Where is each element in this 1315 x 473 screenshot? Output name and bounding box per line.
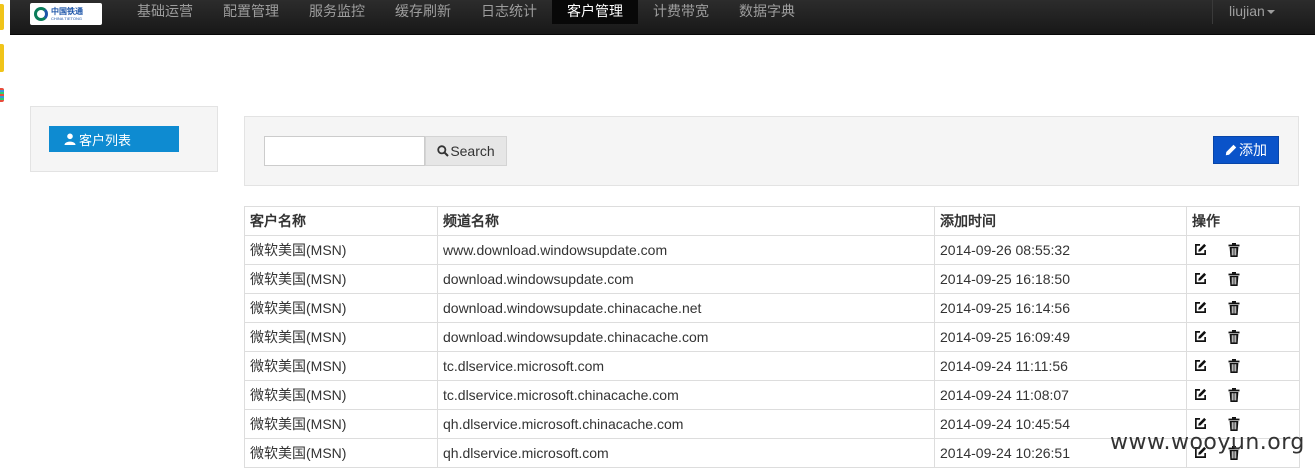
edit-icon[interactable] <box>1194 243 1208 257</box>
search-button[interactable]: Search <box>425 136 507 166</box>
edge-marker <box>0 88 4 102</box>
search-button-label: Search <box>450 143 495 159</box>
logo-name-en: CHINA TIETONG <box>51 15 82 21</box>
customer-name-cell: 微软美国(MSN) <box>244 322 438 352</box>
added-time-cell: 2014-09-26 08:55:32 <box>934 235 1187 265</box>
trash-icon[interactable] <box>1228 330 1242 344</box>
added-time-cell: 2014-09-25 16:09:49 <box>934 322 1187 352</box>
table-row: 微软美国(MSN) download.windowsupdate.com 2014-… <box>244 264 1300 294</box>
customer-list-label: 客户列表 <box>79 132 132 148</box>
edit-icon[interactable] <box>1194 330 1208 344</box>
trash-icon[interactable] <box>1228 243 1242 257</box>
trash-icon[interactable] <box>1228 301 1242 315</box>
edit-icon[interactable] <box>1194 388 1208 402</box>
search-icon <box>437 145 450 157</box>
column-header-customer: 客户名称 <box>244 206 438 236</box>
logo-name-cn: 中国铁通 <box>51 6 83 16</box>
customer-name-cell: 微软美国(MSN) <box>244 438 438 468</box>
customer-name-cell: 微软美国(MSN) <box>244 351 438 381</box>
nav-item-cache-refresh[interactable]: 缓存刷新 <box>380 0 466 24</box>
actions-cell <box>1186 235 1300 265</box>
channel-name-cell: www.download.windowsupdate.com <box>437 235 935 265</box>
edit-icon[interactable] <box>1194 417 1208 431</box>
channel-name-cell: qh.dlservice.microsoft.com <box>437 438 935 468</box>
table-row: 微软美国(MSN) download.windowsupdate.chinacac… <box>244 322 1300 352</box>
edit-icon[interactable] <box>1194 359 1208 373</box>
pencil-icon <box>1225 144 1237 156</box>
channel-name-cell: qh.dlservice.microsoft.chinacache.com <box>437 409 935 439</box>
row-actions <box>1192 301 1294 315</box>
logo-mark-icon <box>34 7 48 21</box>
trash-icon[interactable] <box>1228 272 1242 286</box>
top-navbar: 中国铁通 CHINA TIETONG 基础运营 配置管理 服务监控 缓存刷新 日… <box>10 0 1315 35</box>
edit-icon[interactable] <box>1194 272 1208 286</box>
channel-name-cell: download.windowsupdate.chinacache.net <box>437 293 935 323</box>
column-header-channel: 频道名称 <box>437 206 935 236</box>
table-row: 微软美国(MSN) download.windowsupdate.chinacac… <box>244 293 1300 323</box>
customer-list-button[interactable]: 客户列表 <box>49 126 179 152</box>
watermark: www.wooyun.org <box>1110 430 1305 455</box>
row-actions <box>1192 330 1294 344</box>
actions-cell <box>1186 351 1300 381</box>
nav-item-customers[interactable]: 客户管理 <box>552 0 638 24</box>
row-actions <box>1192 272 1294 286</box>
edit-icon[interactable] <box>1194 301 1208 315</box>
nav-item-billing[interactable]: 计费带宽 <box>638 0 724 24</box>
channel-name-cell: tc.dlservice.microsoft.chinacache.com <box>437 380 935 410</box>
column-header-time: 添加时间 <box>934 206 1187 236</box>
trash-icon[interactable] <box>1228 388 1242 402</box>
user-icon <box>64 133 76 145</box>
user-name: liujian <box>1229 3 1265 19</box>
actions-cell <box>1186 380 1300 410</box>
channel-table: 客户名称 频道名称 添加时间 操作 微软美国(MSN) www.download.… <box>244 206 1300 468</box>
nav-item-dictionary[interactable]: 数据字典 <box>724 0 810 24</box>
customer-name-cell: 微软美国(MSN) <box>244 409 438 439</box>
edge-marker <box>0 4 4 30</box>
actions-cell <box>1186 264 1300 294</box>
nav-menu: 基础运营 配置管理 服务监控 缓存刷新 日志统计 客户管理 计费带宽 数据字典 <box>122 0 810 24</box>
add-button[interactable]: 添加 <box>1213 136 1279 164</box>
actions-cell <box>1186 293 1300 323</box>
customer-name-cell: 微软美国(MSN) <box>244 293 438 323</box>
added-time-cell: 2014-09-24 11:11:56 <box>934 351 1187 381</box>
nav-item-monitoring[interactable]: 服务监控 <box>294 0 380 24</box>
added-time-cell: 2014-09-25 16:14:56 <box>934 293 1187 323</box>
edge-marker <box>0 44 4 72</box>
left-edge-strip <box>0 0 6 473</box>
search-panel: Search 添加 <box>244 116 1299 186</box>
channel-name-cell: download.windowsupdate.chinacache.com <box>437 322 935 352</box>
row-actions <box>1192 359 1294 373</box>
column-header-actions: 操作 <box>1186 206 1300 236</box>
table-row: 微软美国(MSN) tc.dlservice.microsoft.com 2014-… <box>244 351 1300 381</box>
trash-icon[interactable] <box>1228 417 1242 431</box>
actions-cell <box>1186 322 1300 352</box>
added-time-cell: 2014-09-24 11:08:07 <box>934 380 1187 410</box>
customer-name-cell: 微软美国(MSN) <box>244 380 438 410</box>
added-time-cell: 2014-09-25 16:18:50 <box>934 264 1187 294</box>
row-actions <box>1192 417 1294 431</box>
logo-text: 中国铁通 CHINA TIETONG <box>51 6 83 21</box>
brand-logo[interactable]: 中国铁通 CHINA TIETONG <box>30 3 102 25</box>
user-menu[interactable]: liujian <box>1212 0 1291 24</box>
search-input[interactable] <box>264 136 425 166</box>
caret-down-icon <box>1266 10 1275 15</box>
customer-name-cell: 微软美国(MSN) <box>244 264 438 294</box>
row-actions <box>1192 243 1294 257</box>
nav-item-log-stats[interactable]: 日志统计 <box>466 0 552 24</box>
trash-icon[interactable] <box>1228 359 1242 373</box>
table-row: 微软美国(MSN) www.download.windowsupdate.com 2… <box>244 235 1300 265</box>
customer-name-cell: 微软美国(MSN) <box>244 235 438 265</box>
nav-item-config[interactable]: 配置管理 <box>208 0 294 24</box>
add-button-label: 添加 <box>1239 142 1267 158</box>
channel-name-cell: download.windowsupdate.com <box>437 264 935 294</box>
sidebar: 客户列表 <box>30 106 218 172</box>
table-row: 微软美国(MSN) tc.dlservice.microsoft.chinacac… <box>244 380 1300 410</box>
nav-item-basic-ops[interactable]: 基础运营 <box>122 0 208 24</box>
channel-name-cell: tc.dlservice.microsoft.com <box>437 351 935 381</box>
row-actions <box>1192 388 1294 402</box>
table-header-row: 客户名称 频道名称 添加时间 操作 <box>244 206 1300 236</box>
